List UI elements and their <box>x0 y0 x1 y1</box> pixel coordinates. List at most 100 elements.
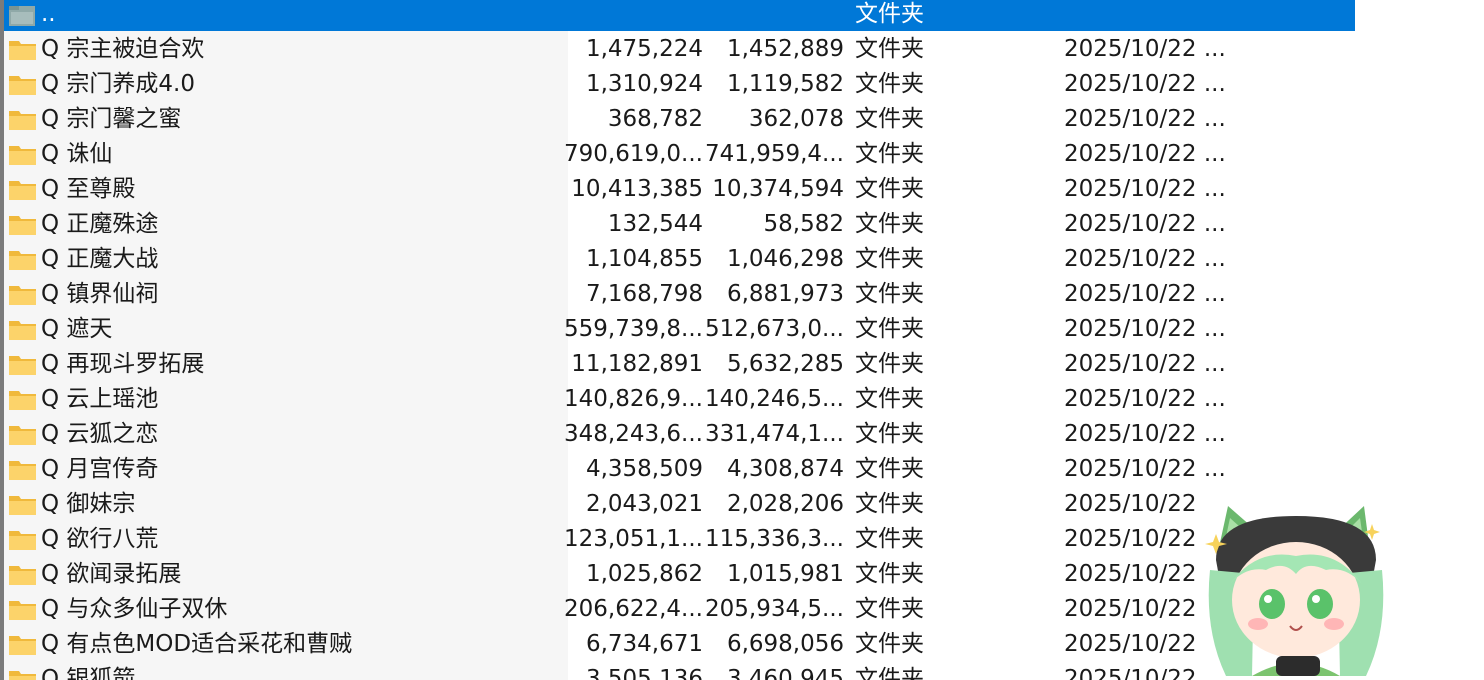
folder-icon <box>9 426 36 445</box>
file-size: 10,413,385 <box>571 176 703 202</box>
file-type: 文件夹 <box>855 281 924 307</box>
file-packed-size: 140,246,5... <box>705 386 844 412</box>
file-type: 文件夹 <box>855 141 924 167</box>
file-packed-size: 1,046,298 <box>726 246 844 272</box>
file-packed-size: 331,474,1... <box>705 421 844 447</box>
file-type: 文件夹 <box>855 456 924 482</box>
parent-folder-icon <box>9 6 35 26</box>
file-type: 文件夹 <box>855 631 924 657</box>
mascot-sticker-image <box>1205 506 1384 676</box>
file-name: Q 镇界仙祠 <box>41 281 159 307</box>
file-packed-size: 5,632,285 <box>726 351 844 377</box>
folder-icon <box>9 251 36 270</box>
file-row[interactable]: Q 月宫传奇 4,358,509 4,308,874 文件夹 2025/10/22 ..… <box>0 452 1484 487</box>
file-size: 790,619,0... <box>564 141 703 167</box>
file-type: 文件夹 <box>855 316 924 342</box>
folder-icon <box>9 321 36 340</box>
file-row[interactable]: Q 云上瑶池 140,826,9... 140,246,5... 文件夹 2025/10… <box>0 382 1484 417</box>
folder-icon <box>9 146 36 165</box>
file-type: 文件夹 <box>855 36 924 62</box>
file-name: Q 月宫传奇 <box>41 456 159 482</box>
file-row[interactable]: Q 宗门养成4.0 1,310,924 1,119,582 文件夹 2025/10/22… <box>0 67 1484 102</box>
file-type: 文件夹 <box>855 596 924 622</box>
file-modified-date: 2025/10/22 <box>1064 526 1197 552</box>
file-size: 1,475,224 <box>585 36 703 62</box>
folder-icon <box>9 391 36 410</box>
file-name: Q 宗门馨之蜜 <box>41 106 182 132</box>
file-modified-date: 2025/10/22 <box>1064 596 1197 622</box>
file-packed-size: 3,460,945 <box>726 666 844 680</box>
file-packed-size: 115,336,3... <box>705 526 844 552</box>
file-size: 559,739,8... <box>564 316 703 342</box>
file-packed-size: 58,582 <box>763 211 844 237</box>
file-type: 文件夹 <box>855 491 924 517</box>
file-packed-size: 2,028,206 <box>726 491 844 517</box>
file-modified-date: 2025/10/22 ... <box>1064 211 1226 237</box>
file-packed-size: 6,698,056 <box>726 631 844 657</box>
file-size: 11,182,891 <box>571 351 703 377</box>
file-name: Q 欲行八荒 <box>41 526 159 552</box>
file-name: Q 正魔殊途 <box>41 211 159 237</box>
folder-icon <box>9 531 36 550</box>
folder-icon <box>9 356 36 375</box>
file-modified-date: 2025/10/22 ... <box>1064 246 1226 272</box>
file-modified-date: 2025/10/22 ... <box>1064 141 1226 167</box>
parent-folder-row[interactable]: .. 文件夹 <box>0 0 1484 31</box>
file-type: 文件夹 <box>855 561 924 587</box>
file-packed-size: 10,374,594 <box>712 176 844 202</box>
file-size: 140,826,9... <box>564 386 703 412</box>
file-row[interactable]: Q 遮天 559,739,8... 512,673,0... 文件夹 2025/10/2… <box>0 312 1484 347</box>
file-name: Q 诛仙 <box>41 141 113 167</box>
selection-highlight <box>4 0 1355 31</box>
folder-icon <box>9 41 36 60</box>
file-size: 206,622,4... <box>564 596 703 622</box>
file-modified-date: 2025/10/22 ... <box>1064 456 1226 482</box>
file-modified-date: 2025/10/22 ... <box>1064 421 1226 447</box>
file-type: 文件夹 <box>855 421 924 447</box>
folder-icon <box>9 286 36 305</box>
file-modified-date: 2025/10/22 ... <box>1064 316 1226 342</box>
file-modified-date: 2025/10/22 ... <box>1064 281 1226 307</box>
folder-icon <box>9 601 36 620</box>
file-row[interactable]: Q 正魔大战 1,104,855 1,046,298 文件夹 2025/10/22 ..… <box>0 242 1484 277</box>
file-type: 文件夹 <box>855 246 924 272</box>
file-name: Q 有点色MOD适合采花和曹贼 <box>41 631 353 657</box>
file-type: 文件夹 <box>855 211 924 237</box>
file-size: 3,505,136 <box>585 666 703 680</box>
folder-icon <box>9 566 36 585</box>
file-name: Q 宗主被迫合欢 <box>41 36 205 62</box>
file-row[interactable]: Q 诛仙 790,619,0... 741,959,4... 文件夹 2025/10/2… <box>0 137 1484 172</box>
file-name: Q 银狐箭 <box>41 666 136 680</box>
file-name: Q 欲闻录拓展 <box>41 561 182 587</box>
file-size: 7,168,798 <box>585 281 703 307</box>
file-list[interactable]: .. 文件夹 Q 宗主被迫合欢 1,475,224 1,452,889 文件夹 2025… <box>0 0 1484 680</box>
file-name: Q 遮天 <box>41 316 113 342</box>
file-name: Q 至尊殿 <box>41 176 136 202</box>
file-modified-date: 2025/10/22 ... <box>1064 386 1226 412</box>
folder-icon <box>9 636 36 655</box>
file-type: 文件夹 <box>855 106 924 132</box>
file-row[interactable]: Q 云狐之恋 348,243,6... 331,474,1... 文件夹 2025/10… <box>0 417 1484 452</box>
file-size: 348,243,6... <box>564 421 703 447</box>
file-modified-date: 2025/10/22 <box>1064 561 1197 587</box>
file-row[interactable]: Q 至尊殿 10,413,385 10,374,594 文件夹 2025/10/22 .… <box>0 172 1484 207</box>
file-name: Q 御妹宗 <box>41 491 136 517</box>
file-row[interactable]: Q 镇界仙祠 7,168,798 6,881,973 文件夹 2025/10/22 ..… <box>0 277 1484 312</box>
file-type: 文件夹 <box>855 526 924 552</box>
file-row[interactable]: Q 再现斗罗拓展 11,182,891 5,632,285 文件夹 2025/10/22… <box>0 347 1484 382</box>
file-name: Q 宗门养成4.0 <box>41 71 195 97</box>
file-packed-size: 6,881,973 <box>726 281 844 307</box>
file-row[interactable]: Q 正魔殊途 132,544 58,582 文件夹 2025/10/22 ... <box>0 207 1484 242</box>
file-type: 文件夹 <box>855 71 924 97</box>
file-modified-date: 2025/10/22 <box>1064 666 1197 680</box>
file-size: 132,544 <box>607 211 703 237</box>
file-row[interactable]: Q 宗主被迫合欢 1,475,224 1,452,889 文件夹 2025/10/22 … <box>0 32 1484 67</box>
file-packed-size: 741,959,4... <box>705 141 844 167</box>
file-type: 文件夹 <box>855 666 924 680</box>
file-name: Q 再现斗罗拓展 <box>41 351 205 377</box>
file-row[interactable]: Q 宗门馨之蜜 368,782 362,078 文件夹 2025/10/22 ... <box>0 102 1484 137</box>
file-size: 368,782 <box>607 106 703 132</box>
parent-folder-name: .. <box>41 1 56 27</box>
file-type: 文件夹 <box>855 386 924 412</box>
file-size: 2,043,021 <box>585 491 703 517</box>
